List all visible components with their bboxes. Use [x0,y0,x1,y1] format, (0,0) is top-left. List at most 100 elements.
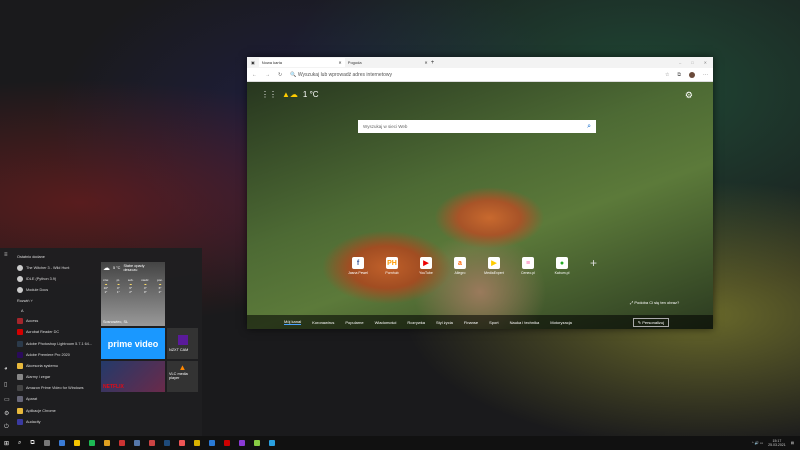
collections-icon[interactable]: ⧉ [677,72,681,78]
netflix-tile[interactable]: NETFLIX [101,361,165,392]
hamburger-icon[interactable]: ≡ [4,252,8,258]
notifications-icon[interactable]: ▤ [791,441,794,445]
nav-item[interactable]: Popularne [345,320,363,325]
refresh-icon[interactable]: ↻ [278,72,282,78]
taskbar-app-icon[interactable] [133,440,140,446]
nav-item[interactable]: Wiadomości [375,320,397,325]
nav-item[interactable]: Finanse [464,320,478,325]
pictures-icon[interactable]: ▭ [4,396,10,403]
favorites-icon[interactable]: ☆ [665,72,669,78]
site-icon: ≡ [522,257,534,269]
nav-item[interactable]: Sport [489,320,499,325]
user-avatar[interactable]: ◕ [4,366,8,372]
taskbar-app-icon[interactable] [58,440,65,446]
quick-link[interactable]: ≡ Ceneo.pl [517,257,539,275]
taskbar-app-icon[interactable] [118,440,125,446]
tray-icons[interactable]: ^ 🔊 ▭ [752,441,763,445]
taskbar-app-icon[interactable] [43,440,50,446]
prime-video-tile[interactable]: prime video [101,328,165,359]
taskbar-app-icon[interactable] [148,440,155,446]
search-icon[interactable]: ⌕ [18,440,21,447]
list-item[interactable]: Acrobat Reader DC [17,327,97,338]
search-icon[interactable]: ⌕ [587,123,591,131]
taskbar-app-icon[interactable] [253,440,260,446]
taskbar-app-icon[interactable] [208,440,215,446]
forecast-day: pt. ☁ 4° 1° [116,278,120,294]
personalize-button[interactable]: ✎ Personalizuj [632,317,669,327]
tab-new[interactable]: Nowa karta ✕ [258,58,345,67]
list-item[interactable]: Alarmy i zegar [17,372,97,383]
expand-button[interactable]: Rozwiń ˅ [17,296,97,306]
minimize-button[interactable]: – [679,60,681,65]
list-item[interactable]: IDLE (Python 3.9) [17,273,97,284]
list-item[interactable]: Aplikacje Chrome [17,405,97,416]
taskbar-app-icon[interactable] [103,440,110,446]
list-item[interactable]: Audacity [17,416,97,427]
task-view-icon[interactable]: ⧉ [30,440,34,447]
profile-avatar[interactable] [689,71,695,78]
documents-icon[interactable]: ▯ [4,381,7,388]
list-item[interactable]: Akcesoria systemu [17,360,97,371]
forward-icon[interactable]: → [265,72,270,78]
maximize-button[interactable]: □ [691,60,693,65]
quick-link[interactable]: ● Kabum.pl [551,257,573,275]
address-input[interactable]: 🔍 Wyszukaj lub wprowadź adres internetow… [290,72,657,78]
taskbar-app-icon[interactable] [163,440,170,446]
settings-icon[interactable]: ⚙ [4,410,9,417]
taskbar-app-icon[interactable] [223,440,230,446]
search-input[interactable]: Wyszukaj w sieci Web ⌕ [358,120,596,133]
rain-icon: ☁ [103,265,110,272]
quick-link[interactable]: f Jasna Pewel [347,257,369,275]
quick-link[interactable]: ▶ MediaExpert [483,257,505,275]
app-icon [17,385,23,392]
weather-icon: ▲☁ [282,90,298,99]
taskbar-app-icon[interactable] [178,440,185,446]
app-icon [17,351,23,358]
power-icon[interactable]: ⏻ [4,424,9,431]
nzxt-cam-tile[interactable]: NZXT CAM [167,328,198,359]
list-item[interactable]: Adobe Premiere Pro 2020 [17,349,97,360]
taskbar-app-icon[interactable] [193,440,200,446]
app-icon [17,407,23,414]
vlc-tile[interactable]: ▲ VLC media player [167,361,198,392]
list-item[interactable]: Access [17,316,97,327]
letter-header[interactable]: A [17,306,97,316]
close-tab-icon[interactable]: ✕ [338,60,341,65]
clock[interactable]: 15:17 25.03.2021 [768,439,786,447]
quick-link[interactable]: PH Pornhub [381,257,403,275]
start-button[interactable]: ⊞ [4,440,9,447]
taskbar-app-icon[interactable] [88,440,95,446]
list-item[interactable]: Module Docs [17,284,97,295]
list-item[interactable]: The Witcher 3 - Wild Hunt [17,262,97,273]
gear-icon[interactable]: ⚙ [685,90,693,101]
taskbar-app-icon[interactable] [238,440,245,446]
taskbar-app-icon[interactable] [73,440,80,446]
app-list: Ostatnio dodane The Witcher 3 - Wild Hun… [17,252,97,427]
nav-item[interactable]: Nauka i technika [510,320,540,325]
back-icon[interactable]: ← [252,72,257,78]
tab-weather[interactable]: Pogoda ✕ [345,58,431,67]
quick-link[interactable]: ▶ YouTube [415,257,437,275]
close-button[interactable]: ✕ [704,60,707,65]
nav-item[interactable]: Mój kanał [284,319,302,325]
weather-tile[interactable]: ☁ 5 °C Słabe opady deszczu czw. ☁ 10° 1° pt. ☁ 4… [101,262,165,326]
nav-item[interactable]: Koronawirus [312,320,334,325]
close-tab-icon[interactable]: ✕ [424,60,427,65]
app-icon [17,329,23,336]
app-icon [17,362,23,369]
nav-item[interactable]: Motoryzacja [550,320,572,325]
nav-item[interactable]: Styl życia [436,320,453,325]
list-item[interactable]: Adobe Photoshop Lightroom 5.7.1 64... [17,338,97,349]
sidebar-toggle-icon[interactable]: ▣ [247,60,259,65]
quick-link[interactable]: a Allegro [449,257,471,275]
like-image-link[interactable]: ⤢ Podoba Ci się ten obraz? [630,300,679,305]
new-tab-button[interactable]: + [431,60,435,66]
apps-grid-icon[interactable]: ⋮⋮ [261,90,277,99]
list-item[interactable]: Amazon Prime Video for Windows [17,383,97,394]
add-shortcut-button[interactable]: + [590,256,597,270]
more-icon[interactable]: ··· [703,72,708,78]
taskbar-app-icon[interactable] [268,440,275,446]
list-item[interactable]: Aparat [17,394,97,405]
weather-temp[interactable]: 1 °C [303,90,319,99]
nav-item[interactable]: Rozrywka [407,320,425,325]
